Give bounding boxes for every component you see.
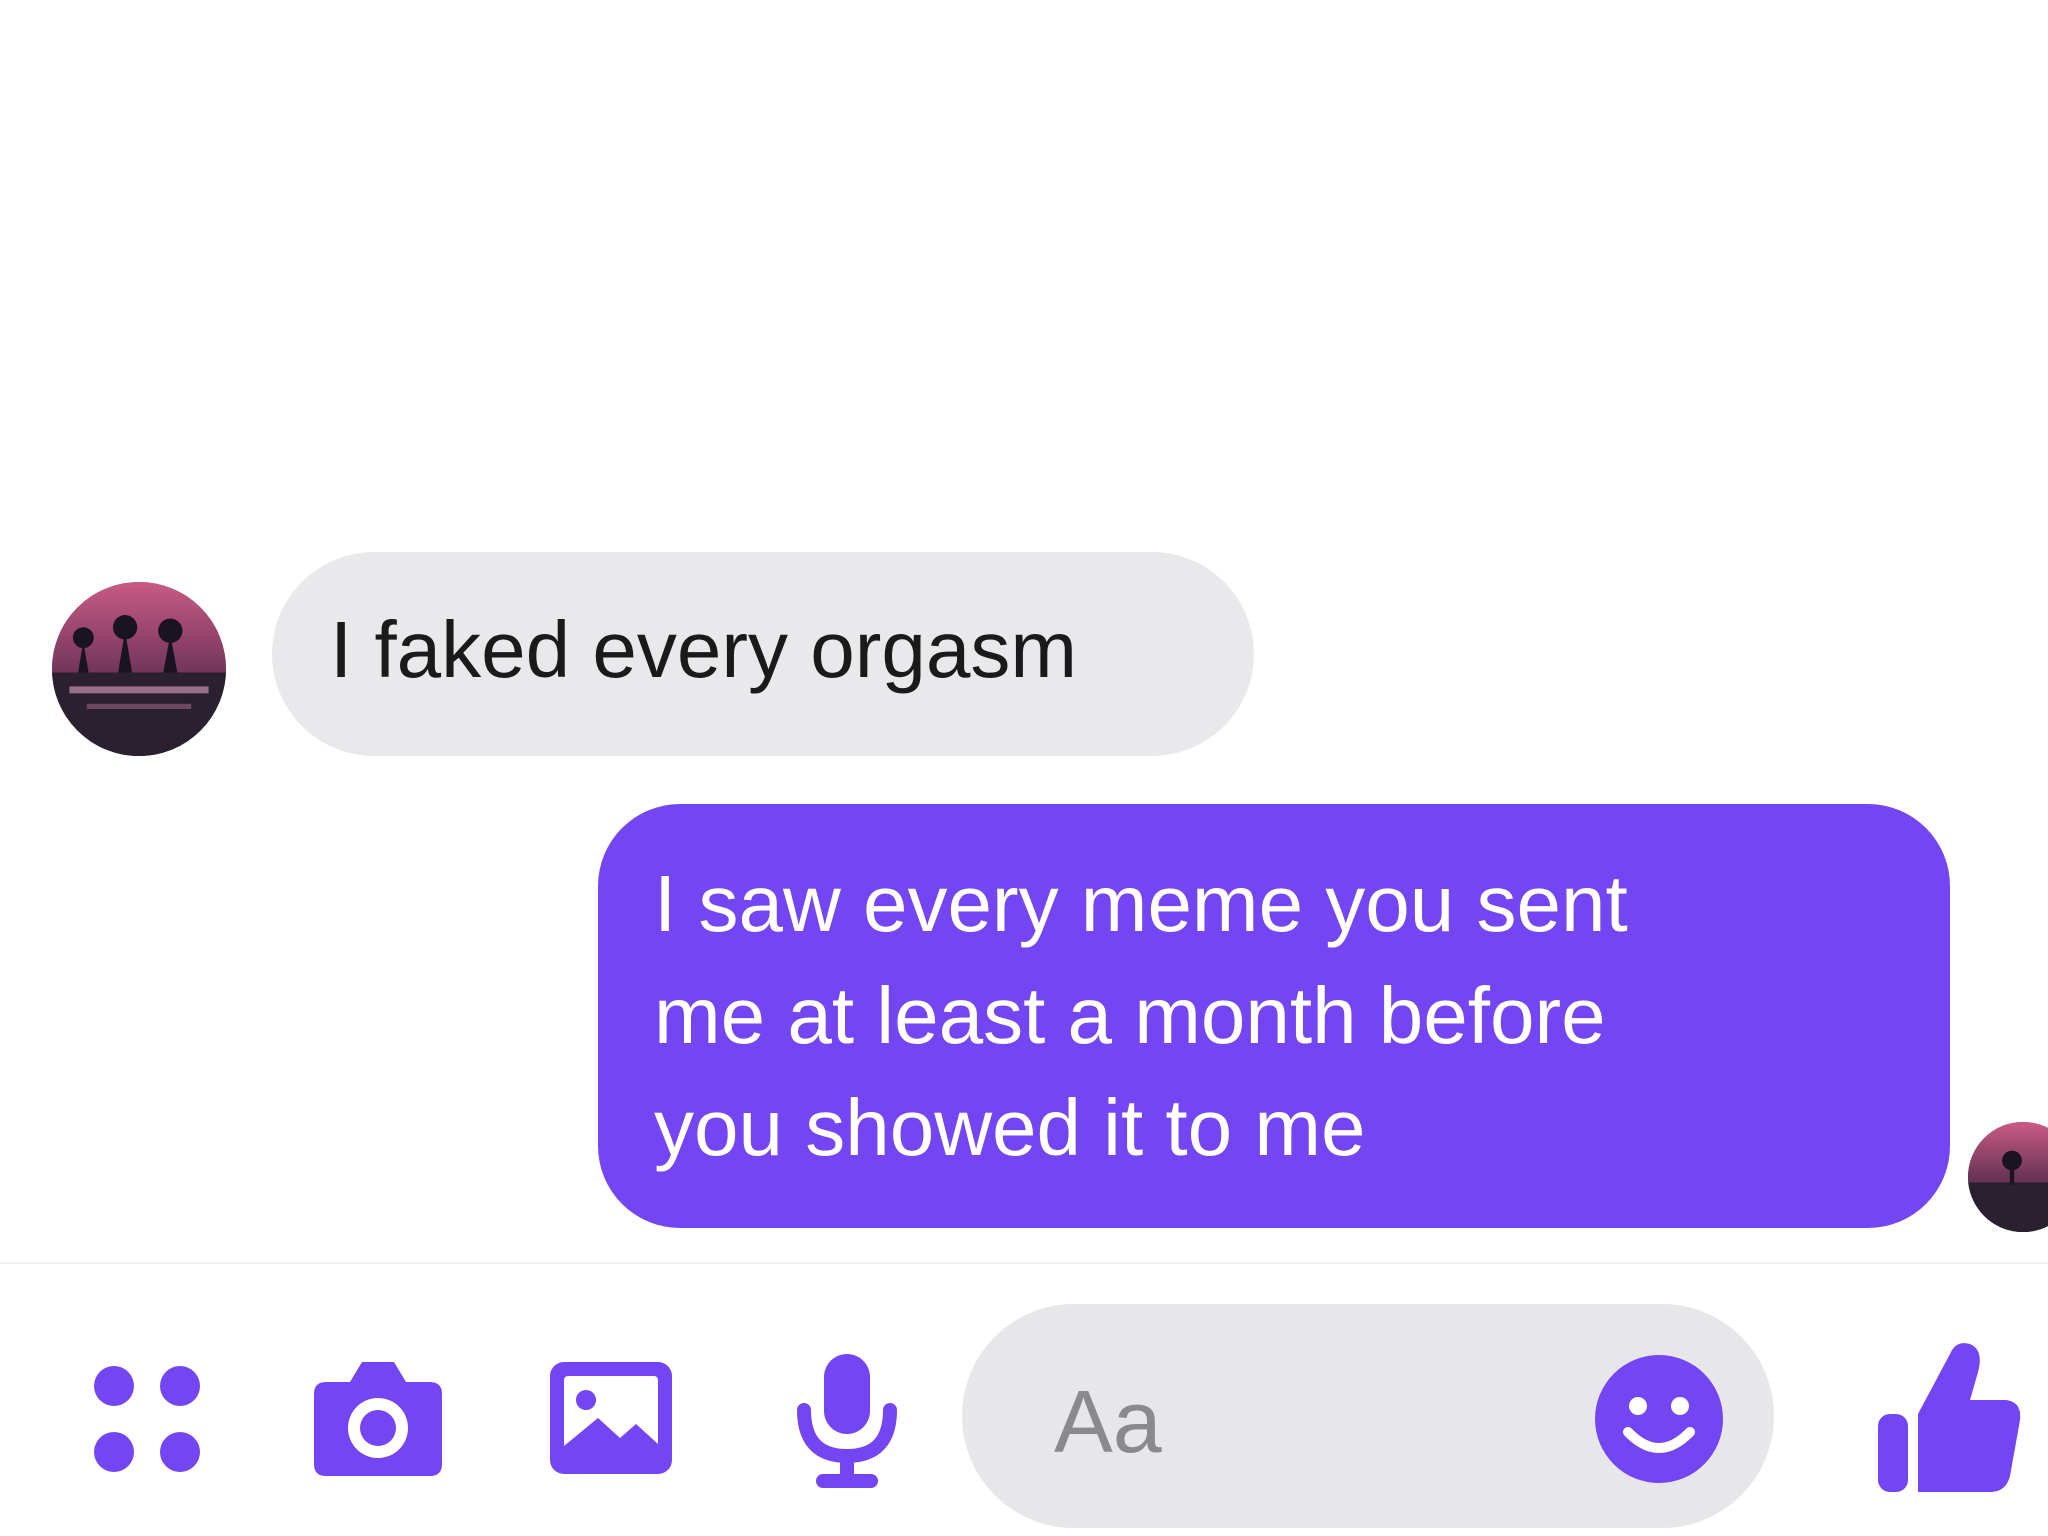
composer-divider [0, 1262, 2048, 1264]
received-message-text: I faked every orgasm [330, 605, 1077, 694]
sent-message-line: me at least a month before [654, 971, 1606, 1060]
gallery-icon[interactable] [546, 1358, 676, 1478]
microphone-icon[interactable] [794, 1350, 900, 1494]
seen-avatar-image [1968, 1122, 2048, 1232]
message-input-placeholder: Aa [1054, 1372, 1162, 1471]
sent-message-line: you showed it to me [654, 1083, 1366, 1172]
received-message-bubble[interactable]: I faked every orgasm [272, 552, 1254, 756]
like-icon[interactable] [1874, 1336, 2024, 1496]
emoji-icon[interactable] [1592, 1352, 1726, 1486]
contact-avatar[interactable] [52, 582, 226, 756]
seen-avatar [1968, 1122, 2048, 1232]
sent-message-line: I saw every meme you sent [654, 859, 1628, 948]
more-actions-icon[interactable] [92, 1364, 202, 1474]
camera-icon[interactable] [310, 1356, 446, 1480]
contact-avatar-image [52, 582, 226, 756]
sent-message-bubble[interactable]: I saw every meme you sent me at least a … [598, 804, 1950, 1228]
